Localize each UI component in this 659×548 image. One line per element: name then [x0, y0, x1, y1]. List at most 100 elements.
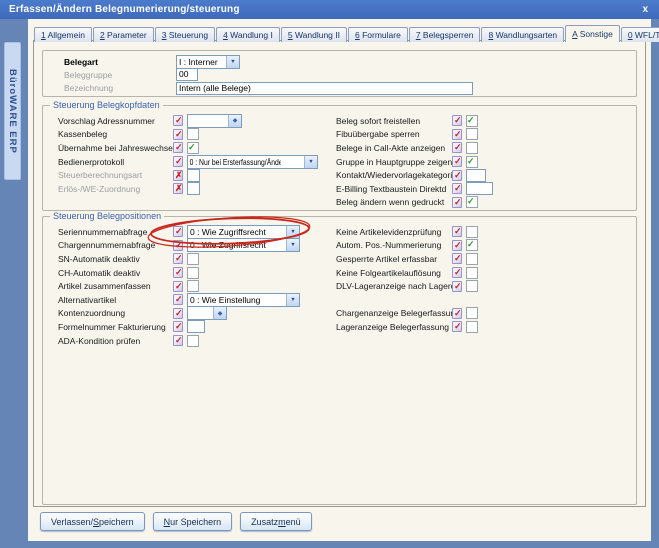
tab-wandlungsarten[interactable]: 8 Wandlungsarten	[481, 27, 564, 42]
ebilling-textbaustein-input[interactable]	[466, 182, 493, 195]
seriennummernabfrage-select[interactable]: 0 : Wie Zugriffsrecht ▼	[187, 225, 300, 239]
jahreswechsel-checkbox[interactable]	[187, 142, 199, 154]
pos-nummerierung-checkbox[interactable]	[466, 239, 478, 251]
field-row: Keine Folgeartikelauflösung	[336, 266, 632, 280]
field-label: Alternativartikel	[58, 295, 173, 305]
field-access-icon[interactable]	[452, 156, 462, 167]
field-access-icon[interactable]	[452, 281, 462, 292]
tab-sonstige[interactable]: A Sonstige	[565, 25, 620, 42]
kontenzuordnung-input[interactable]: ◆	[187, 306, 227, 320]
field-label: Fibuübergabe sperren	[336, 129, 452, 139]
field-label: Seriennummernabfrage	[58, 227, 173, 237]
chevron-down-icon[interactable]: ▼	[304, 156, 317, 168]
alternativartikel-select[interactable]: 0 : Wie Einstellung ▼	[187, 293, 300, 307]
call-akte-checkbox[interactable]	[466, 142, 478, 154]
field-label: Keine Artikelevidenzprüfung	[336, 227, 452, 237]
field-label: Steuerberechnungsart	[58, 170, 173, 180]
lookup-icon[interactable]: ◆	[228, 115, 241, 127]
sn-automatik-checkbox[interactable]	[187, 253, 199, 265]
field-access-icon[interactable]	[452, 321, 462, 332]
bezeichnung-label: Bezeichnung	[64, 83, 176, 93]
field-row: Gesperrte Artikel erfassbar	[336, 252, 632, 266]
chevron-down-icon[interactable]: ▼	[286, 239, 299, 251]
field-label: Gruppe in Hauptgruppe zeigen	[336, 157, 452, 167]
lageranzeige-checkbox[interactable]	[466, 321, 478, 333]
folgeartikel-checkbox[interactable]	[466, 267, 478, 279]
field-access-icon[interactable]	[452, 253, 462, 264]
chevron-down-icon[interactable]: ▼	[286, 294, 299, 306]
chevron-down-icon[interactable]: ▼	[286, 226, 299, 238]
field-access-icon[interactable]	[452, 240, 462, 251]
close-icon[interactable]: x	[640, 4, 650, 15]
field-row: Formelnummer Fakturierung	[58, 320, 336, 334]
tab-steuerung[interactable]: 3 Steuerung	[155, 27, 215, 42]
field-access-icon[interactable]	[173, 240, 183, 251]
field-access-icon[interactable]	[452, 197, 462, 208]
footer-buttons: Verlassen/Speichern Nur Speichern Zusatz…	[40, 512, 312, 531]
vorschlag-adressnummer-input[interactable]: ◆	[187, 114, 242, 128]
beleg-aendern-gedruckt-checkbox[interactable]	[466, 196, 478, 208]
nur-speichern-button[interactable]: Nur Speichern	[153, 512, 233, 531]
field-access-icon[interactable]	[452, 308, 462, 319]
tab-belegsperren[interactable]: 7 Belegsperren	[409, 27, 481, 42]
bedienerprotokoll-select[interactable]: 0 : Nur bei Ersterfassung/Änderung ▼	[187, 155, 318, 169]
field-label: Chargenanzeige Belegerfassung	[336, 308, 452, 318]
tab-wfl-tb[interactable]: 0 WFL/TB	[621, 27, 659, 42]
field-access-icon[interactable]	[452, 183, 462, 194]
field-access-icon[interactable]	[173, 294, 183, 305]
field-access-icon[interactable]	[173, 267, 183, 278]
beleggruppe-row: Beleggruppe 00	[64, 68, 636, 81]
tab-bar: 1 Allgemein 2 Parameter 3 Steuerung 4 Wa…	[34, 25, 659, 42]
field-access-icon[interactable]	[173, 253, 183, 264]
artikel-zusammenfassen-checkbox[interactable]	[187, 280, 199, 292]
field-label: Keine Folgeartikelauflösung	[336, 268, 452, 278]
field-access-icon[interactable]	[173, 183, 183, 194]
beleggruppe-input[interactable]: 00	[176, 68, 198, 81]
formelnummer-input[interactable]	[187, 320, 205, 333]
tab-formulare[interactable]: 6 Formulare	[348, 27, 408, 42]
field-access-icon[interactable]	[173, 115, 183, 126]
field-access-icon[interactable]	[452, 115, 462, 126]
field-access-icon[interactable]	[452, 226, 462, 237]
field-row: Übernahme bei Jahreswechsel	[58, 141, 336, 155]
zusatzmenu-button[interactable]: Zusatzmenü	[240, 512, 312, 531]
field-access-icon[interactable]	[452, 129, 462, 140]
field-label: Erlös-/WE-Zuordnung	[58, 184, 173, 194]
gesperrte-artikel-checkbox[interactable]	[466, 253, 478, 265]
tab-parameter[interactable]: 2 Parameter	[93, 27, 154, 42]
chargennummernabfrage-select[interactable]: 0 : Wie Zugriffsrecht ▼	[187, 238, 300, 252]
artikelevidenz-checkbox[interactable]	[466, 226, 478, 238]
verlassen-speichern-button[interactable]: Verlassen/Speichern	[40, 512, 145, 531]
field-access-icon[interactable]	[452, 170, 462, 181]
chevron-down-icon[interactable]: ▼	[226, 56, 239, 68]
beleggruppe-label: Beleggruppe	[64, 70, 176, 80]
field-access-icon[interactable]	[452, 267, 462, 278]
field-access-icon[interactable]	[173, 129, 183, 140]
field-access-icon[interactable]	[173, 281, 183, 292]
ada-kondition-checkbox[interactable]	[187, 335, 199, 347]
dlv-lageranzeige-checkbox[interactable]	[466, 280, 478, 292]
tab-wandlung-2[interactable]: 5 Wandlung II	[281, 27, 347, 42]
field-access-icon[interactable]	[173, 226, 183, 237]
bezeichnung-input[interactable]: Intern (alle Belege)	[176, 82, 473, 95]
field-access-icon[interactable]	[173, 321, 183, 332]
fibuuebergabe-sperren-checkbox[interactable]	[466, 128, 478, 140]
field-access-icon[interactable]	[173, 142, 183, 153]
field-access-icon[interactable]	[173, 335, 183, 346]
beleg-sofort-freistellen-checkbox[interactable]	[466, 115, 478, 127]
field-row: Alternativartikel 0 : Wie Einstellung ▼	[58, 293, 336, 307]
belegart-select[interactable]: I : Interner ▼	[176, 55, 240, 69]
tab-allgemein[interactable]: 1 Allgemein	[34, 27, 92, 42]
lookup-icon[interactable]: ◆	[213, 307, 226, 319]
tab-wandlung-1[interactable]: 4 Wandlung I	[216, 27, 280, 42]
field-access-icon[interactable]	[173, 170, 183, 181]
wiedervorlagekategorie-input[interactable]	[466, 169, 486, 182]
field-access-icon[interactable]	[452, 142, 462, 153]
field-access-icon[interactable]	[173, 308, 183, 319]
ch-automatik-checkbox[interactable]	[187, 267, 199, 279]
chargenanzeige-checkbox[interactable]	[466, 307, 478, 319]
field-access-icon[interactable]	[173, 156, 183, 167]
field-row: Fibuübergabe sperren	[336, 128, 632, 142]
hauptgruppe-checkbox[interactable]	[466, 156, 478, 168]
kassenbeleg-checkbox[interactable]	[187, 128, 199, 140]
